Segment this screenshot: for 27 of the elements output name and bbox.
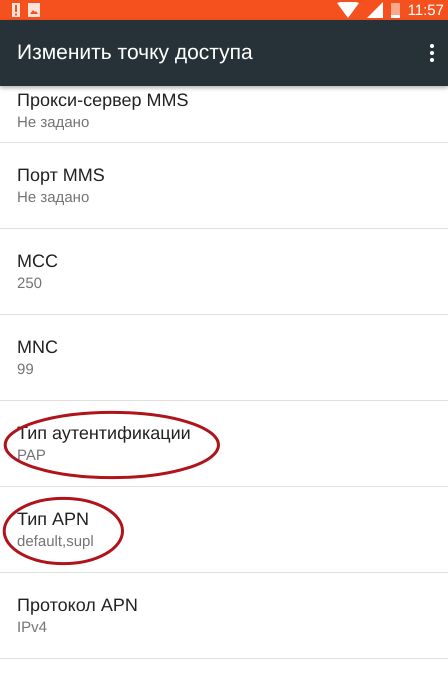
setting-item[interactable]: Протокол APN IPv4 [0, 573, 448, 659]
setting-item[interactable]: Прокси-сервер MMS Не задано [0, 86, 448, 143]
setting-value: Не задано [17, 188, 90, 208]
setting-item[interactable]: Тип APN default,supl [0, 487, 448, 573]
battery-icon [390, 2, 400, 18]
setting-value: default,supl [17, 532, 94, 552]
setting-title: Порт MMS [17, 164, 105, 187]
image-icon [28, 3, 40, 17]
setting-title: Тип APN [17, 508, 90, 531]
more-menu-icon[interactable] [430, 44, 434, 62]
status-time: 11:57 [408, 2, 444, 18]
signal-icon [366, 2, 383, 18]
setting-title: MNC [17, 336, 58, 359]
wifi-icon [336, 2, 359, 18]
setting-value: 250 [17, 274, 44, 294]
setting-item[interactable]: MCC 250 [0, 229, 448, 315]
setting-title: Протокол APN [17, 594, 138, 617]
setting-value: 99 [17, 360, 35, 380]
setting-value: Не задано [17, 113, 90, 133]
toolbar-title: Изменить точку доступа [17, 41, 254, 65]
setting-title: MCC [17, 250, 58, 273]
setting-value: PAP [17, 446, 47, 466]
setting-title: Прокси-сервер MMS [17, 89, 188, 112]
alert-icon [12, 3, 20, 17]
setting-item[interactable]: Порт MMS Не задано [0, 143, 448, 229]
setting-value: IPv4 [17, 618, 48, 638]
setting-item[interactable]: MNC 99 [0, 315, 448, 401]
